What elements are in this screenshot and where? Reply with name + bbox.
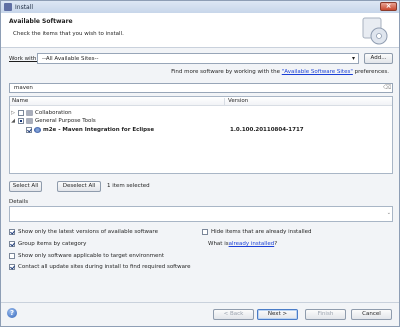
hide-installed-checkbox[interactable]: [202, 229, 208, 235]
target-environment-label: Show only software applicable to target …: [18, 253, 165, 259]
row-checkbox[interactable]: [26, 126, 32, 133]
tree-row[interactable]: ◢ General Purpose Tools: [10, 116, 392, 125]
available-sites-link[interactable]: "Available Software Sites": [282, 69, 353, 75]
back-button[interactable]: < Back: [213, 309, 254, 320]
expand-arrow-icon[interactable]: ▷: [10, 110, 16, 116]
latest-versions-label: Show only the latest versions of availab…: [18, 229, 158, 235]
chevron-down-icon[interactable]: ▾: [352, 54, 355, 64]
install-window: Install × Available Software Check the i…: [0, 0, 400, 327]
collapse-arrow-icon[interactable]: ◢: [10, 118, 16, 124]
work-with-value: --All Available Sites--: [42, 56, 99, 62]
option-group-by-category[interactable]: Group items by category: [9, 241, 86, 247]
find-more-text: Find more software by working with the "…: [171, 69, 389, 75]
what-is-suffix: ?: [274, 241, 278, 247]
scroll-arrow-icon[interactable]: ⌄: [387, 210, 391, 216]
group-by-category-label: Group items by category: [18, 241, 87, 247]
window-close-button[interactable]: ×: [380, 2, 397, 11]
contact-sites-checkbox[interactable]: [9, 264, 15, 270]
clear-filter-icon[interactable]: ⌫: [383, 85, 391, 91]
title-bar: Install ×: [1, 1, 399, 13]
deselect-all-button[interactable]: Deselect All: [57, 181, 101, 192]
wizard-footer: ? < Back Next > Finish Cancel: [1, 302, 399, 326]
software-tree: Name Version ▷ Collaboration ◢ General P…: [9, 96, 393, 174]
plugin-icon: [34, 126, 41, 133]
tree-row-label: Collaboration: [35, 109, 72, 116]
install-banner-icon: [362, 17, 388, 45]
column-header-name[interactable]: Name: [12, 98, 28, 104]
details-label: Details: [9, 199, 29, 205]
wizard-header: Available Software Check the items that …: [1, 13, 399, 48]
window-title: Install: [15, 3, 34, 11]
tree-row[interactable]: m2e - Maven Integration for Eclipse 1.0.…: [10, 125, 392, 134]
find-more-suffix: preferences.: [352, 69, 389, 75]
category-icon: [26, 109, 33, 116]
add-site-button[interactable]: Add...: [364, 53, 393, 64]
page-description: Check the items that you wish to install…: [13, 31, 124, 37]
help-icon[interactable]: ?: [7, 308, 17, 318]
target-environment-checkbox[interactable]: [9, 253, 15, 259]
find-more-prefix: Find more software by working with the: [171, 69, 282, 75]
eclipse-app-icon: [4, 3, 12, 11]
already-installed-link[interactable]: already installed: [229, 241, 275, 247]
page-title: Available Software: [9, 18, 73, 25]
row-checkbox[interactable]: [18, 109, 24, 116]
hide-installed-label: Hide items that are already installed: [211, 229, 312, 235]
latest-versions-checkbox[interactable]: [9, 229, 15, 235]
contact-sites-label: Contact all update sites during install …: [18, 264, 191, 270]
group-by-category-checkbox[interactable]: [9, 241, 15, 247]
tree-row-label: General Purpose Tools: [35, 117, 96, 124]
details-area[interactable]: ⌄: [9, 206, 393, 222]
row-checkbox[interactable]: [18, 117, 24, 124]
filter-input[interactable]: maven ⌫: [9, 83, 393, 93]
what-is-prefix: What is: [208, 241, 229, 247]
option-hide-installed[interactable]: Hide items that are already installed: [202, 229, 312, 235]
work-with-combo[interactable]: --All Available Sites-- ▾: [37, 53, 359, 64]
tree-row-label: m2e - Maven Integration for Eclipse: [43, 126, 155, 133]
work-with-label: Work with:: [9, 56, 39, 62]
finish-button[interactable]: Finish: [305, 309, 346, 320]
what-is-installed: What is already installed?: [208, 241, 277, 247]
column-header-version[interactable]: Version: [224, 98, 248, 106]
category-icon: [26, 117, 33, 124]
selection-actions: Select All Deselect All 1 item selected: [9, 181, 393, 192]
option-latest-versions[interactable]: Show only the latest versions of availab…: [9, 229, 158, 235]
next-button[interactable]: Next >: [257, 309, 298, 320]
tree-header: Name Version: [10, 97, 392, 106]
tree-row-version: 1.0.100.20110804-1717: [230, 126, 304, 133]
filter-value: maven: [14, 85, 33, 91]
option-contact-sites[interactable]: Contact all update sites during install …: [9, 264, 191, 270]
cancel-button[interactable]: Cancel: [351, 309, 392, 320]
option-target-environment[interactable]: Show only software applicable to target …: [9, 253, 164, 259]
work-with-row: Work with: --All Available Sites-- ▾ Add…: [9, 53, 393, 65]
selection-count: 1 item selected: [107, 183, 150, 189]
select-all-button[interactable]: Select All: [9, 181, 42, 192]
